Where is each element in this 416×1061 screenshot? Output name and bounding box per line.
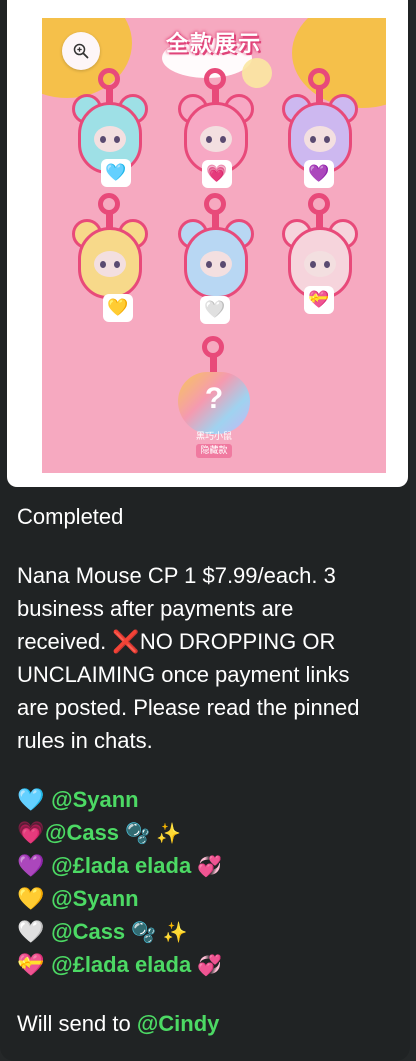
status-text: Completed [17, 504, 124, 529]
send-prefix: Will send to [17, 1011, 131, 1036]
figure-light-blue [176, 193, 256, 311]
mention-link[interactable]: @£lada elada [51, 853, 191, 878]
body-line-5: UNCLAIMING once payment links [17, 662, 350, 687]
bubbles-sparkles-icon: 🫧 ✨ [125, 821, 182, 845]
mention-link[interactable]: @Syann [51, 787, 138, 812]
body-line-2: business after payments are [17, 596, 294, 621]
mention-link[interactable]: @Syann [51, 886, 138, 911]
mystery-figure: ? [178, 336, 250, 436]
claim-row: 💝 @£lada elada 💞 [17, 948, 402, 981]
heart-chip-1: 🩵 [101, 159, 131, 187]
send-line: Will send to @Cindy [17, 1007, 402, 1040]
mention-link[interactable]: @£lada elada [51, 952, 191, 977]
claim-row: 💛 @Syann [17, 882, 402, 915]
heart-chip-6: 💝 [304, 286, 334, 314]
heart-chip-3: 💜 [304, 160, 334, 188]
mystery-label-name: 黑巧小鼠 [195, 432, 232, 442]
cross-mark-icon: ❌ [112, 630, 140, 655]
mystery-label-hidden: 隐藏款 [196, 444, 232, 458]
send-mention-link[interactable]: @Cindy [137, 1011, 220, 1036]
claim-row: 💜 @£lada elada 💞 [17, 849, 402, 882]
heart-chip-5: 🤍 [200, 296, 230, 324]
message-photo[interactable]: 全款展示 🩵 💗 💜 💛 🤍 💝 ? 黑巧小鼠 隐藏款 [7, 0, 408, 487]
claim-row: 🩵 @Syann [17, 783, 402, 816]
mention-link[interactable]: @Cass [51, 919, 125, 944]
gift-heart-icon: 💝 [17, 953, 45, 978]
body-line-7: rules in chats. [17, 728, 153, 753]
product-poster-image: 全款展示 🩵 💗 💜 💛 🤍 💝 ? 黑巧小鼠 隐藏款 [42, 18, 386, 473]
mention-link[interactable]: @Cass [45, 820, 119, 845]
yellow-heart-icon: 💛 [17, 887, 45, 912]
claim-row: 💗@Cass 🫧 ✨ [17, 816, 402, 849]
light-blue-heart-icon: 🩵 [17, 788, 45, 813]
pink-heart-icon: 💗 [17, 821, 45, 846]
purple-heart-icon: 💜 [17, 854, 45, 879]
mystery-label: 黑巧小鼠 隐藏款 [184, 430, 244, 458]
message-text: Completed Nana Mouse CP 1 $7.99/each. 3 … [17, 500, 402, 1040]
body-line-4-text: NO DROPPING OR [139, 629, 336, 654]
body-line-3-text: received. [17, 629, 107, 654]
heart-chip-4: 💛 [103, 294, 133, 322]
mystery-mark: ? [204, 382, 224, 415]
heart-chip-2: 💗 [202, 160, 232, 188]
claim-row: 🤍 @Cass 🫧 ✨ [17, 915, 402, 948]
message-bubble: 全款展示 🩵 💗 💜 💛 🤍 💝 ? 黑巧小鼠 隐藏款 Completed Na… [0, 0, 410, 1061]
zoom-icon[interactable] [62, 32, 100, 70]
body-line-1: Nana Mouse CP 1 $7.99/each. 3 [17, 563, 336, 588]
body-line-3: received. ❌NO DROPPING OR [17, 625, 402, 658]
revolving-hearts-icon: 💞 [197, 854, 223, 878]
revolving-hearts-icon: 💞 [197, 953, 223, 977]
bubbles-sparkles-icon: 🫧 ✨ [131, 920, 188, 944]
body-line-6: are posted. Please read the pinned [17, 695, 360, 720]
white-heart-icon: 🤍 [17, 920, 45, 945]
